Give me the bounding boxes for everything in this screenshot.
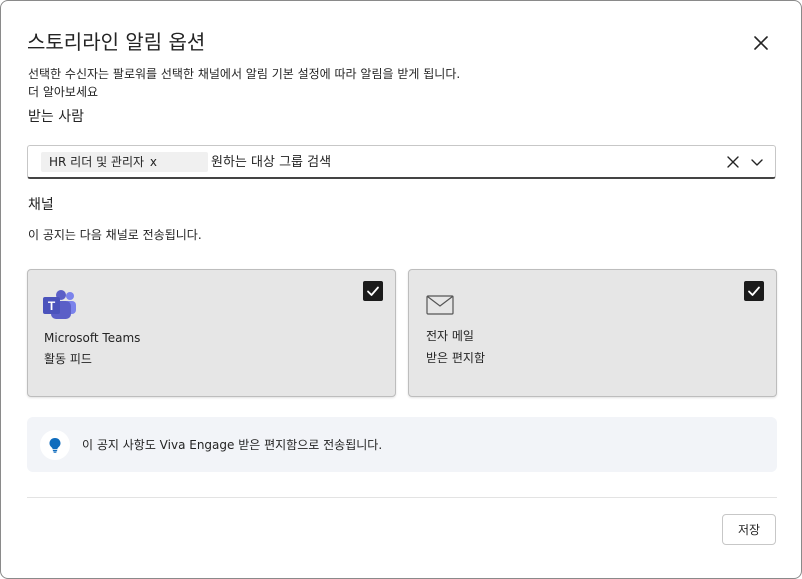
checkmark-icon (748, 286, 760, 296)
teams-icon: T (42, 290, 78, 326)
lightbulb-icon-container (40, 430, 70, 460)
svg-text:T: T (48, 299, 56, 313)
mail-icon (426, 295, 454, 319)
channel-card-email[interactable]: 전자 메일 받은 편지함 (408, 269, 777, 397)
audience-search-input[interactable] (211, 151, 691, 173)
learn-more-link[interactable]: 더 알아보세요 (28, 85, 98, 99)
channel-name-teams: Microsoft Teams (44, 331, 141, 345)
alert-options-dialog: 스토리라인 알림 옵션 선택한 수신자는 팔로워를 선택한 채널에서 알림 기본… (0, 0, 802, 579)
recipient-picker[interactable]: HR 리더 및 관리자 x (27, 145, 776, 179)
recipient-chip: HR 리더 및 관리자 x (41, 152, 208, 172)
clear-icon[interactable] (725, 154, 741, 170)
info-banner: 이 공지 사항도 Viva Engage 받은 편지함으로 전송됩니다. (27, 417, 777, 472)
footer-divider (27, 497, 777, 498)
channel-sub-teams: 활동 피드 (44, 352, 92, 366)
channel-sub-email: 받은 편지함 (426, 351, 486, 365)
description-text: 선택한 수신자는 팔로워를 선택한 채널에서 알림 기본 설정에 따라 알림을 … (28, 67, 461, 81)
recipients-label: 받는 사람 (28, 109, 84, 125)
recipient-chip-remove[interactable]: x (150, 155, 157, 169)
channel-name-email: 전자 메일 (426, 329, 474, 343)
channel-card-teams[interactable]: T Microsoft Teams 활동 피드 (27, 269, 396, 397)
checkmark-icon (367, 286, 379, 296)
teams-checkbox[interactable] (363, 281, 383, 301)
lightbulb-icon (49, 438, 61, 453)
save-button[interactable]: 저장 (722, 514, 776, 545)
channels-description: 이 공지는 다음 채널로 전송됩니다. (28, 228, 202, 242)
info-banner-text: 이 공지 사항도 Viva Engage 받은 편지함으로 전송됩니다. (82, 438, 383, 452)
dialog-description: 선택한 수신자는 팔로워를 선택한 채널에서 알림 기본 설정에 따라 알림을 … (28, 65, 468, 101)
chevron-down-icon[interactable] (749, 154, 765, 170)
dialog-title: 스토리라인 알림 옵션 (27, 30, 206, 54)
channels-heading: 채널 (28, 197, 54, 213)
close-button[interactable] (747, 29, 775, 57)
close-icon (747, 29, 775, 57)
email-checkbox[interactable] (744, 281, 764, 301)
recipient-chip-label: HR 리더 및 관리자 (49, 155, 145, 169)
